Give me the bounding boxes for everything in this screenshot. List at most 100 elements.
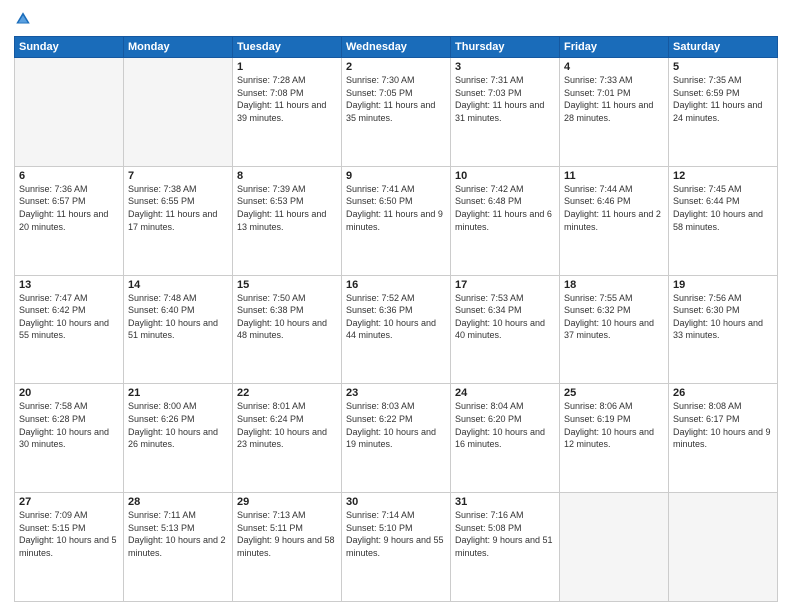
day-number: 6 [19,170,119,182]
cell-info: Sunrise: 7:36 AM [19,183,119,196]
day-number: 21 [128,387,228,399]
calendar-cell: 29Sunrise: 7:13 AMSunset: 5:11 PMDayligh… [233,493,342,602]
day-number: 10 [455,170,555,182]
cell-info: Sunset: 6:46 PM [564,195,664,208]
day-number: 3 [455,61,555,73]
cell-info: Sunrise: 7:33 AM [564,74,664,87]
calendar-header-row: SundayMondayTuesdayWednesdayThursdayFrid… [15,37,778,58]
cell-info: Daylight: 10 hours and 37 minutes. [564,317,664,342]
day-number: 26 [673,387,773,399]
cell-info: Sunrise: 7:52 AM [346,292,446,305]
cell-info: Sunset: 7:03 PM [455,87,555,100]
cell-info: Sunrise: 7:38 AM [128,183,228,196]
cell-info: Sunset: 6:28 PM [19,413,119,426]
cell-info: Sunset: 6:50 PM [346,195,446,208]
cell-info: Daylight: 11 hours and 2 minutes. [564,208,664,233]
calendar-table: SundayMondayTuesdayWednesdayThursdayFrid… [14,36,778,602]
cell-info: Sunset: 6:22 PM [346,413,446,426]
day-number: 13 [19,279,119,291]
day-header-sunday: Sunday [15,37,124,58]
cell-info: Sunrise: 7:48 AM [128,292,228,305]
cell-info: Sunrise: 8:01 AM [237,400,337,413]
header [14,10,778,28]
day-number: 5 [673,61,773,73]
cell-info: Daylight: 10 hours and 33 minutes. [673,317,773,342]
calendar-cell: 30Sunrise: 7:14 AMSunset: 5:10 PMDayligh… [342,493,451,602]
cell-info: Sunrise: 8:04 AM [455,400,555,413]
cell-info: Sunset: 6:24 PM [237,413,337,426]
cell-info: Sunrise: 8:03 AM [346,400,446,413]
day-number: 18 [564,279,664,291]
cell-info: Sunrise: 7:42 AM [455,183,555,196]
day-number: 11 [564,170,664,182]
cell-info: Sunrise: 7:14 AM [346,509,446,522]
cell-info: Sunrise: 7:28 AM [237,74,337,87]
cell-info: Sunrise: 8:08 AM [673,400,773,413]
day-number: 8 [237,170,337,182]
calendar-cell: 6Sunrise: 7:36 AMSunset: 6:57 PMDaylight… [15,166,124,275]
cell-info: Daylight: 11 hours and 9 minutes. [346,208,446,233]
day-number: 2 [346,61,446,73]
day-number: 28 [128,496,228,508]
cell-info: Sunset: 6:34 PM [455,304,555,317]
cell-info: Sunset: 6:53 PM [237,195,337,208]
page: SundayMondayTuesdayWednesdayThursdayFrid… [0,0,792,612]
cell-info: Sunset: 6:42 PM [19,304,119,317]
cell-info: Daylight: 9 hours and 58 minutes. [237,534,337,559]
calendar-cell: 14Sunrise: 7:48 AMSunset: 6:40 PMDayligh… [124,275,233,384]
day-header-friday: Friday [560,37,669,58]
cell-info: Daylight: 10 hours and 16 minutes. [455,426,555,451]
calendar-cell: 24Sunrise: 8:04 AMSunset: 6:20 PMDayligh… [451,384,560,493]
cell-info: Sunset: 7:01 PM [564,87,664,100]
calendar-cell: 19Sunrise: 7:56 AMSunset: 6:30 PMDayligh… [669,275,778,384]
day-number: 9 [346,170,446,182]
day-number: 22 [237,387,337,399]
cell-info: Daylight: 10 hours and 44 minutes. [346,317,446,342]
cell-info: Sunset: 6:59 PM [673,87,773,100]
calendar-week-4: 20Sunrise: 7:58 AMSunset: 6:28 PMDayligh… [15,384,778,493]
cell-info: Sunrise: 7:58 AM [19,400,119,413]
cell-info: Daylight: 10 hours and 9 minutes. [673,426,773,451]
calendar-cell: 22Sunrise: 8:01 AMSunset: 6:24 PMDayligh… [233,384,342,493]
cell-info: Sunset: 5:13 PM [128,522,228,535]
cell-info: Sunrise: 7:55 AM [564,292,664,305]
cell-info: Sunset: 6:17 PM [673,413,773,426]
cell-info: Daylight: 11 hours and 24 minutes. [673,99,773,124]
calendar-cell: 9Sunrise: 7:41 AMSunset: 6:50 PMDaylight… [342,166,451,275]
day-number: 27 [19,496,119,508]
calendar-cell: 16Sunrise: 7:52 AMSunset: 6:36 PMDayligh… [342,275,451,384]
cell-info: Sunrise: 7:11 AM [128,509,228,522]
day-number: 19 [673,279,773,291]
cell-info: Sunrise: 8:00 AM [128,400,228,413]
calendar-cell: 21Sunrise: 8:00 AMSunset: 6:26 PMDayligh… [124,384,233,493]
cell-info: Sunrise: 7:35 AM [673,74,773,87]
calendar-cell: 10Sunrise: 7:42 AMSunset: 6:48 PMDayligh… [451,166,560,275]
cell-info: Daylight: 11 hours and 28 minutes. [564,99,664,124]
cell-info: Daylight: 11 hours and 6 minutes. [455,208,555,233]
calendar-cell: 23Sunrise: 8:03 AMSunset: 6:22 PMDayligh… [342,384,451,493]
cell-info: Sunset: 6:44 PM [673,195,773,208]
calendar-cell: 27Sunrise: 7:09 AMSunset: 5:15 PMDayligh… [15,493,124,602]
cell-info: Sunrise: 7:56 AM [673,292,773,305]
cell-info: Sunset: 5:15 PM [19,522,119,535]
cell-info: Sunrise: 7:39 AM [237,183,337,196]
cell-info: Sunrise: 7:45 AM [673,183,773,196]
day-header-saturday: Saturday [669,37,778,58]
day-number: 16 [346,279,446,291]
cell-info: Daylight: 10 hours and 40 minutes. [455,317,555,342]
cell-info: Daylight: 10 hours and 2 minutes. [128,534,228,559]
cell-info: Sunset: 7:05 PM [346,87,446,100]
cell-info: Sunset: 6:20 PM [455,413,555,426]
calendar-cell: 15Sunrise: 7:50 AMSunset: 6:38 PMDayligh… [233,275,342,384]
cell-info: Daylight: 11 hours and 20 minutes. [19,208,119,233]
cell-info: Daylight: 11 hours and 17 minutes. [128,208,228,233]
day-number: 7 [128,170,228,182]
cell-info: Sunrise: 7:47 AM [19,292,119,305]
day-number: 17 [455,279,555,291]
day-number: 24 [455,387,555,399]
logo-icon [14,10,32,28]
calendar-cell: 3Sunrise: 7:31 AMSunset: 7:03 PMDaylight… [451,58,560,167]
day-header-monday: Monday [124,37,233,58]
day-number: 15 [237,279,337,291]
cell-info: Sunset: 6:55 PM [128,195,228,208]
